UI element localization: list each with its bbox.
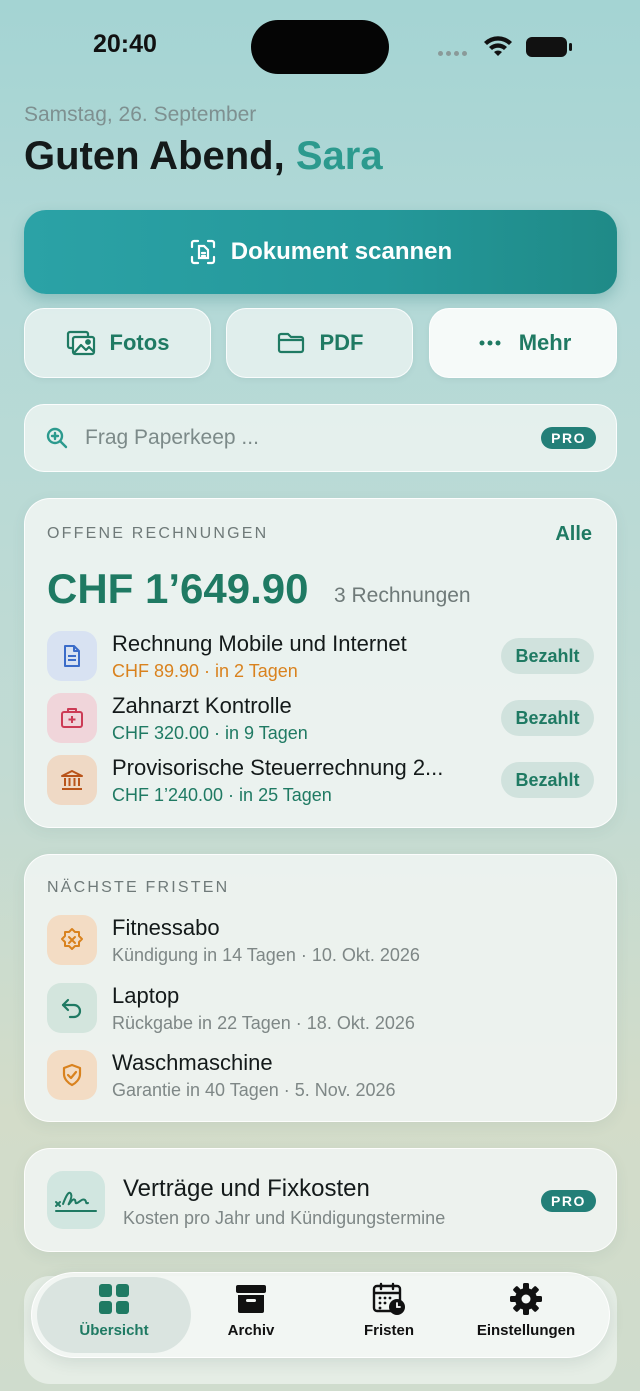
contracts-card[interactable]: Verträge und Fixkosten Kosten pro Jahr u… [24, 1148, 617, 1252]
invoice-row[interactable]: Provisorische Steuerrechnung 2... CHF 1’… [25, 751, 618, 809]
invoice-row[interactable]: Rechnung Mobile und Internet CHF 89.90 ·… [25, 627, 618, 685]
deadline-subtitle: Garantie in 40 Tagen · 5. Nov. 2026 [112, 1080, 396, 1100]
deadline-row[interactable]: Laptop Rückgabe in 22 Tagen · 18. Okt. 2… [25, 981, 618, 1041]
contracts-title: Verträge und Fixkosten [123, 1175, 370, 1202]
bank-icon [47, 755, 97, 805]
tab-label: Archiv [227, 1322, 275, 1339]
user-name: Sara [295, 134, 383, 178]
calendar-clock-icon [372, 1282, 405, 1315]
invoice-row[interactable]: Zahnarzt Kontrolle CHF 320.00 · in 9 Tag… [25, 689, 618, 747]
scan-document-label: Dokument scannen [230, 238, 453, 265]
search-input[interactable] [85, 426, 542, 450]
shield-check-icon [47, 1050, 97, 1100]
grid-icon [99, 1284, 129, 1314]
archive-box-icon [236, 1285, 266, 1313]
invoice-title: Provisorische Steuerrechnung 2... [112, 755, 444, 780]
return-arrow-icon [47, 983, 97, 1033]
invoices-count: 3 Rechnungen [334, 584, 471, 607]
photos-icon [66, 330, 95, 356]
upcoming-deadlines-card: NÄCHSTE FRISTEN Fitnessabo Kündigung in … [24, 854, 617, 1122]
contracts-subtitle: Kosten pro Jahr und Kündigungstermine [123, 1208, 446, 1228]
invoice-subtitle: CHF 320.00 · in 9 Tagen [112, 723, 308, 743]
pdf-button[interactable]: PDF [226, 308, 413, 378]
scan-document-icon [190, 239, 215, 265]
cancel-badge-icon [47, 915, 97, 965]
tab-label: Einstellungen [476, 1322, 576, 1339]
search-icon [46, 427, 68, 449]
invoice-subtitle: CHF 89.90 · in 2 Tagen [112, 661, 298, 681]
open-invoices-card: OFFENE RECHNUNGEN Alle CHF 1’649.90 3 Re… [24, 498, 617, 828]
medical-kit-icon [47, 693, 97, 743]
tab-label: Übersicht [79, 1322, 149, 1339]
mark-paid-button[interactable]: Bezahlt [501, 638, 594, 674]
folder-icon [277, 332, 304, 354]
tab-label: Fristen [363, 1322, 414, 1339]
photos-label: Fotos [109, 330, 170, 355]
pro-badge: PRO [541, 1190, 596, 1212]
more-label: Mehr [518, 330, 572, 355]
mark-paid-button[interactable]: Bezahlt [501, 700, 594, 736]
status-time: 20:40 [93, 30, 157, 58]
signature-icon [47, 1171, 105, 1229]
deadline-row[interactable]: Fitnessabo Kündigung in 14 Tagen · 10. O… [25, 913, 618, 973]
photos-button[interactable]: Fotos [24, 308, 211, 378]
tab-archive[interactable]: Archiv [186, 1282, 316, 1348]
invoice-title: Rechnung Mobile und Internet [112, 631, 407, 656]
scan-document-button[interactable]: Dokument scannen [24, 210, 617, 294]
open-invoices-title: OFFENE RECHNUNGEN [47, 525, 269, 542]
all-invoices-link[interactable]: Alle [555, 523, 592, 546]
deadline-title: Fitnessabo [112, 915, 220, 940]
deadline-title: Laptop [112, 983, 180, 1008]
pdf-label: PDF [319, 330, 364, 355]
invoice-subtitle: CHF 1’240.00 · in 25 Tagen [112, 785, 332, 805]
tab-deadlines[interactable]: Fristen [324, 1282, 454, 1348]
deadline-subtitle: Rückgabe in 22 Tagen · 18. Okt. 2026 [112, 1013, 415, 1033]
dynamic-island [251, 20, 389, 74]
invoices-total: CHF 1’649.90 [47, 565, 309, 612]
invoice-title: Zahnarzt Kontrolle [112, 693, 292, 718]
pro-badge: PRO [541, 427, 596, 449]
greeting: Guten Abend, Sara [24, 134, 383, 179]
more-button[interactable]: Mehr [429, 308, 617, 378]
mark-paid-button[interactable]: Bezahlt [501, 762, 594, 798]
document-icon [47, 631, 97, 681]
deadlines-title: NÄCHSTE FRISTEN [47, 879, 230, 896]
tab-overview[interactable]: Übersicht [49, 1282, 179, 1348]
deadline-title: Waschmaschine [112, 1050, 273, 1075]
tab-settings[interactable]: Einstellungen [461, 1282, 591, 1348]
ask-search-bar[interactable]: PRO [24, 404, 617, 472]
current-date: Samstag, 26. September [24, 103, 257, 126]
deadline-subtitle: Kündigung in 14 Tagen · 10. Okt. 2026 [112, 945, 420, 965]
battery-icon [526, 37, 572, 57]
wifi-icon [484, 36, 512, 56]
deadline-row[interactable]: Waschmaschine Garantie in 40 Tagen · 5. … [25, 1048, 618, 1108]
greeting-text: Guten Abend, [24, 134, 285, 178]
gear-icon [510, 1283, 542, 1315]
cellular-signal-icon [438, 51, 467, 56]
ellipsis-icon [479, 340, 501, 346]
